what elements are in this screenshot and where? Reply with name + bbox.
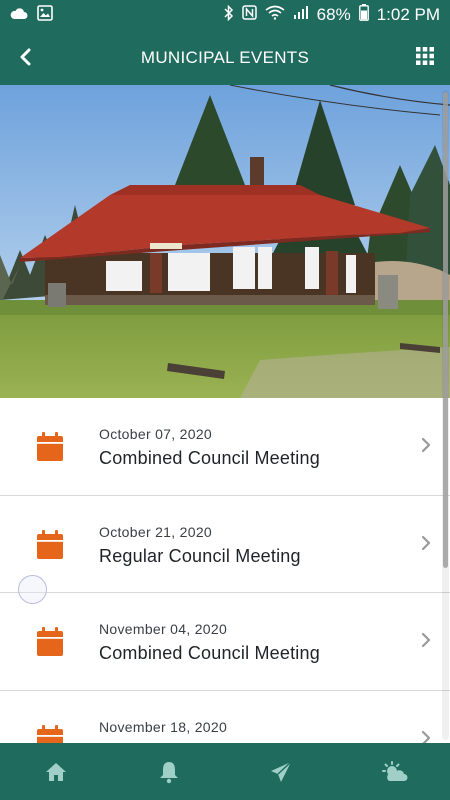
nfc-icon [241, 5, 257, 25]
image-icon [37, 4, 53, 26]
calendar-icon [37, 529, 63, 559]
page-title: MUNICIPAL EVENTS [140, 47, 310, 67]
signal-icon [293, 5, 309, 25]
send-icon [271, 760, 292, 782]
chevron-right-icon [421, 437, 431, 453]
list-item[interactable]: November 04, 2020 Combined Council Meeti… [0, 593, 450, 691]
event-date: October 21, 2020 [99, 523, 212, 540]
touch-indicator [18, 575, 47, 604]
events-list: October 07, 2020 Combined Council Meetin… [0, 398, 450, 743]
nav-send-button[interactable] [253, 743, 309, 800]
nav-weather-button[interactable] [366, 743, 422, 800]
app-bar: MUNICIPAL EVENTS [0, 30, 450, 85]
battery-percent: 68% [316, 5, 351, 24]
calendar-icon [37, 432, 63, 461]
grid-menu-button[interactable] [416, 47, 434, 65]
event-date: November 18, 2020 [99, 718, 228, 735]
back-button[interactable] [14, 44, 38, 70]
calendar-icon [37, 627, 63, 656]
chevron-right-icon [421, 632, 431, 648]
list-item[interactable]: October 07, 2020 Combined Council Meetin… [0, 398, 450, 496]
nav-notifications-button[interactable] [141, 743, 197, 800]
event-text: October 07, 2020 Combined Council Meetin… [99, 426, 320, 469]
event-text: November 04, 2020 Combined Council Meeti… [99, 621, 320, 664]
cloud-icon [10, 5, 28, 25]
bluetooth-icon [224, 4, 234, 26]
list-item[interactable]: November 18, 2020 [0, 691, 450, 743]
battery-icon [358, 4, 369, 26]
chevron-right-icon [421, 730, 431, 743]
nav-home-button[interactable] [28, 743, 84, 800]
scrollbar-thumb[interactable] [443, 92, 448, 568]
event-text: November 18, 2020 [99, 719, 227, 741]
bottom-navigation [0, 743, 450, 800]
chevron-left-icon [20, 48, 31, 66]
event-title: Regular Council Meeting [99, 545, 301, 566]
chevron-right-icon [421, 535, 431, 550]
event-title: Combined Council Meeting [99, 448, 320, 468]
status-left [10, 4, 53, 26]
wifi-icon [265, 5, 285, 25]
event-text: October 21, 2020 Regular Council Meeting [99, 524, 301, 567]
weather-icon [381, 760, 408, 781]
list-item[interactable]: October 21, 2020 Regular Council Meeting [0, 496, 450, 593]
bell-icon [159, 761, 178, 783]
grid-icon [416, 47, 434, 65]
event-date: October 07, 2020 [99, 426, 212, 442]
event-title: Combined Council Meeting [99, 643, 320, 663]
status-bar: 68% 1:02 PM [0, 0, 450, 30]
status-right: 68% 1:02 PM [224, 4, 440, 26]
event-date: November 04, 2020 [99, 621, 228, 637]
clock: 1:02 PM [376, 5, 440, 24]
calendar-icon [37, 724, 63, 743]
hero-image [0, 85, 450, 398]
home-icon [46, 762, 67, 781]
